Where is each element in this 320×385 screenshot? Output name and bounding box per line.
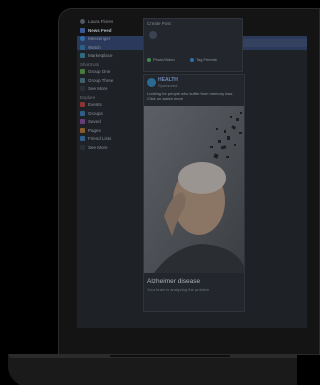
nav-user[interactable]: Laura Flores — [80, 18, 142, 25]
events-icon — [80, 102, 85, 107]
post-meta: Sponsored — [158, 83, 178, 88]
photo-icon — [147, 57, 151, 62]
post-image[interactable] — [144, 106, 244, 273]
laptop-base — [8, 354, 297, 385]
explore-item-friend-lists[interactable]: Friend Lists — [80, 135, 142, 142]
messenger-icon — [80, 36, 85, 41]
photo-video-label: Photo/Video — [153, 57, 175, 62]
avatar — [149, 31, 157, 39]
nav-item-label: Marketplace — [88, 53, 113, 58]
nav-item-news-feed[interactable]: News Feed — [80, 27, 142, 34]
explore-label: Friend Lists — [88, 136, 112, 141]
shortcut-item[interactable]: Group Three — [80, 77, 142, 84]
explore-item-events[interactable]: Events — [80, 101, 142, 108]
page-avatar[interactable] — [147, 78, 156, 87]
see-more-link[interactable]: See More — [80, 85, 142, 92]
explore-label: Events — [88, 102, 102, 107]
watch-icon — [80, 44, 85, 50]
chevron-down-icon — [80, 86, 85, 91]
chevron-down-icon — [80, 144, 85, 150]
post-subcaption: Your brain is analyzing the problem — [147, 287, 210, 292]
marketplace-icon — [80, 53, 85, 58]
explore-label: Groups — [88, 110, 103, 116]
shortcut-item[interactable]: Group One — [80, 68, 142, 75]
tag-friends-button[interactable]: Tag Friends — [190, 56, 217, 63]
photo-video-button[interactable]: Photo/Video — [147, 56, 175, 63]
post-caption[interactable]: Alzheimer disease — [147, 278, 200, 285]
nav-item-label: News Feed — [88, 27, 112, 33]
friend-lists-icon — [80, 136, 85, 141]
explore-item-pages[interactable]: Pages — [80, 127, 142, 134]
group-icon — [80, 77, 85, 83]
nav-item-label: Watch — [88, 44, 101, 50]
nav-item-marketplace[interactable]: Marketplace — [80, 52, 142, 59]
explore-label: Saved — [88, 119, 101, 124]
nav-item-messenger[interactable]: Messenger — [80, 35, 142, 42]
groups-icon — [80, 110, 85, 116]
news-feed: Create Post Photo/Video Tag Friends HEAL… — [143, 18, 245, 312]
tag-icon — [190, 57, 194, 62]
explore-title: Explore — [80, 95, 96, 100]
explore-item-saved[interactable]: Saved — [80, 118, 142, 125]
left-nav: Laura Flores News Feed Messenger Watch M… — [80, 18, 142, 152]
explore-label: Pages — [88, 127, 101, 133]
saved-icon — [80, 119, 85, 124]
pages-icon — [80, 127, 85, 133]
post-text: Looking for people who suffer from memor… — [147, 91, 234, 101]
alzheimer-illustration — [144, 106, 244, 273]
see-more-link[interactable]: See More — [80, 144, 142, 151]
composer-title: Create Post — [147, 21, 171, 26]
shortcut-label: Group Three — [88, 77, 114, 83]
explore-item-groups[interactable]: Groups — [80, 110, 142, 117]
nav-item-label: Messenger — [88, 36, 111, 41]
create-post-box[interactable]: Create Post Photo/Video Tag Friends — [143, 18, 243, 72]
group-icon — [80, 69, 85, 74]
nav-user-name: Laura Flores — [88, 19, 114, 24]
nav-item-watch[interactable]: Watch — [80, 44, 142, 51]
see-more-label: See More — [88, 86, 108, 91]
shortcuts-title: Shortcuts — [80, 62, 100, 67]
news-feed-icon — [80, 27, 85, 33]
avatar — [80, 19, 85, 24]
sponsored-post: HEALTH Sponsored Looking for people who … — [143, 74, 245, 312]
see-more-label: See More — [88, 144, 108, 150]
shortcut-label: Group One — [88, 69, 111, 74]
tag-friends-label: Tag Friends — [196, 57, 217, 62]
